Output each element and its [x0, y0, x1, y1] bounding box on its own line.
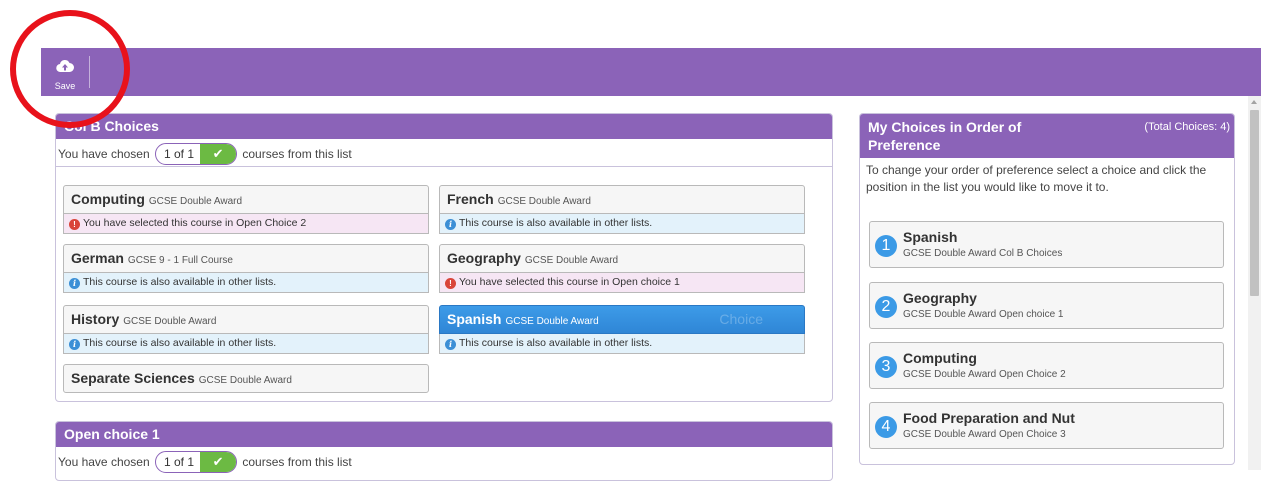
course-card-german[interactable]: German GCSE 9 - 1 Full Course i This cours…	[63, 244, 429, 293]
check-icon: ✔	[200, 452, 237, 472]
preference-detail: GCSE Double Award Col B Choices	[903, 248, 1063, 259]
warning-icon: !	[69, 219, 80, 230]
course-card-history[interactable]: History GCSE Double Award i This course is…	[63, 305, 429, 354]
preference-item[interactable]: 2 Geography GCSE Double Award Open choic…	[869, 282, 1224, 329]
open-choice-1-panel: Open choice 1 You have chosen 1 of 1 ✔ co…	[55, 421, 833, 481]
course-note: This course is also available in other l…	[459, 337, 653, 349]
preference-detail: GCSE Double Award Open choice 1	[903, 309, 1064, 320]
info-icon: i	[69, 278, 80, 289]
chosen-suffix: courses from this list	[242, 455, 352, 469]
course-name: French	[447, 191, 494, 207]
course-name: Geography	[447, 250, 521, 266]
rank-badge: 3	[875, 356, 897, 378]
course-name: Separate Sciences	[71, 370, 195, 386]
preference-detail: GCSE Double Award Open Choice 2	[903, 369, 1066, 380]
rank-badge: 1	[875, 235, 897, 257]
chosen-summary: You have chosen 1 of 1 ✔ courses from thi…	[56, 139, 832, 167]
chosen-count: 1 of 1	[163, 455, 195, 469]
course-type: GCSE Double Award	[148, 196, 243, 207]
check-icon: ✔	[200, 144, 237, 164]
course-name: Spanish	[447, 311, 502, 327]
preference-item[interactable]: 1 Spanish GCSE Double Award Col B Choice…	[869, 221, 1224, 268]
course-type: GCSE Double Award	[198, 375, 292, 386]
preference-detail: GCSE Double Award Open Choice 3	[903, 429, 1066, 440]
course-card-geography[interactable]: Geography GCSE Double Award ! You have sel…	[439, 244, 805, 293]
panel-title: Open choice 1	[56, 422, 832, 447]
course-note: This course is also available in other l…	[83, 276, 277, 288]
preferences-header: My Choices in Order of Preference (Total…	[860, 114, 1234, 158]
preference-name: Food Preparation and Nut	[903, 410, 1075, 426]
chosen-prefix: You have chosen	[58, 455, 150, 469]
chosen-summary: You have chosen 1 of 1 ✔ courses from thi…	[56, 447, 832, 475]
course-card-separate-sciences[interactable]: Separate Sciences GCSE Double Award	[63, 364, 429, 393]
ghost-label: Choice	[719, 311, 763, 327]
course-name: Computing	[71, 191, 145, 207]
highlight-circle-annotation	[10, 10, 130, 128]
preferences-title: My Choices in Order of Preference	[868, 119, 1022, 153]
vertical-scrollbar[interactable]	[1248, 96, 1261, 470]
course-card-french[interactable]: French GCSE Double Award i This course is …	[439, 185, 805, 234]
course-card-spanish[interactable]: Spanish GCSE Double Award Choice i This cou…	[439, 305, 805, 354]
preference-name: Spanish	[903, 229, 958, 245]
course-type: GCSE Double Award	[524, 255, 619, 266]
preferences-panel: My Choices in Order of Preference (Total…	[859, 113, 1235, 465]
scroll-up-arrow-icon[interactable]	[1251, 100, 1257, 104]
course-type: GCSE Double Award	[123, 316, 217, 327]
preferences-description: To change your order of preference selec…	[866, 163, 1207, 194]
chosen-suffix: courses from this list	[242, 147, 352, 161]
course-note: This course is also available in other l…	[83, 337, 277, 349]
total-choices: (Total Choices: 4)	[1144, 121, 1230, 133]
rank-badge: 2	[875, 296, 897, 318]
info-icon: i	[69, 339, 80, 350]
preference-name: Computing	[903, 350, 977, 366]
scrollbar-thumb[interactable]	[1250, 110, 1259, 296]
toolbar: Save	[41, 48, 1261, 96]
preference-item[interactable]: 3 Computing GCSE Double Award Open Choic…	[869, 342, 1224, 389]
course-type: GCSE 9 - 1 Full Course	[127, 255, 233, 266]
course-type: GCSE Double Award	[505, 316, 599, 327]
course-name: History	[71, 311, 120, 327]
course-card-computing[interactable]: Computing GCSE Double Award ! You have sel…	[63, 185, 429, 234]
preference-name: Geography	[903, 290, 977, 306]
info-icon: i	[445, 219, 456, 230]
chosen-prefix: You have chosen	[58, 147, 150, 161]
course-note: You have selected this course in Open Ch…	[83, 217, 307, 229]
course-name: German	[71, 250, 124, 266]
course-note: You have selected this course in Open ch…	[459, 276, 680, 288]
preference-item[interactable]: 4 Food Preparation and Nut GCSE Double A…	[869, 402, 1224, 449]
panel-title: Col B Choices	[56, 114, 832, 139]
chosen-count: 1 of 1	[163, 147, 195, 161]
course-note: This course is also available in other l…	[459, 217, 653, 229]
chosen-count-badge: 1 of 1 ✔	[154, 143, 238, 165]
rank-badge: 4	[875, 416, 897, 438]
warning-icon: !	[445, 278, 456, 289]
course-type: GCSE Double Award	[497, 196, 591, 207]
info-icon: i	[445, 339, 456, 350]
